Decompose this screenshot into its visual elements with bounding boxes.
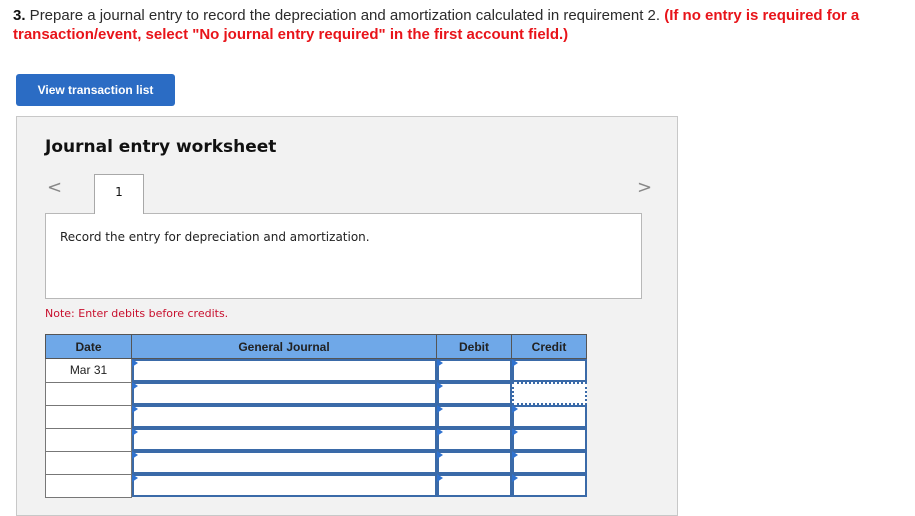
- debit-field[interactable]: [436, 382, 512, 405]
- journal-row: [45, 473, 587, 498]
- dropdown-marker-icon: [132, 474, 138, 482]
- dropdown-marker-icon: [511, 474, 518, 482]
- dropdown-marker-icon: [436, 405, 443, 413]
- dropdown-marker-icon: [132, 359, 138, 367]
- credit-field[interactable]: [511, 428, 587, 451]
- credit-field[interactable]: [511, 451, 587, 474]
- chevron-left-icon[interactable]: <: [47, 177, 62, 198]
- dropdown-marker-icon: [511, 451, 518, 459]
- date-cell: [45, 450, 132, 475]
- journal-entry-worksheet: Journal entry worksheet < 1 > Record the…: [16, 116, 678, 516]
- account-field[interactable]: [132, 405, 437, 428]
- question-number: 3.: [13, 7, 26, 24]
- journal-table: Date General Journal Debit Credit Mar 31: [45, 334, 587, 498]
- dropdown-marker-icon: [132, 382, 138, 390]
- account-field[interactable]: [132, 451, 437, 474]
- view-transaction-list-button[interactable]: View transaction list: [16, 74, 175, 106]
- journal-header-row: Date General Journal Debit Credit: [45, 334, 587, 359]
- header-debit: Debit: [436, 334, 512, 359]
- header-general-journal: General Journal: [131, 334, 437, 359]
- dropdown-marker-icon: [511, 428, 518, 436]
- debits-credits-note: Note: Enter debits before credits.: [45, 307, 229, 320]
- dropdown-marker-icon: [132, 405, 138, 413]
- date-cell: [45, 381, 132, 406]
- question-text: Prepare a journal entry to record the de…: [25, 7, 665, 24]
- dropdown-marker-icon: [132, 428, 138, 436]
- credit-field[interactable]: [511, 359, 587, 382]
- question-prompt: 3. Prepare a journal entry to record the…: [13, 6, 908, 44]
- debit-field[interactable]: [436, 405, 512, 428]
- account-field[interactable]: [132, 428, 437, 451]
- dropdown-marker-icon: [511, 405, 518, 413]
- date-cell: [45, 404, 132, 429]
- dropdown-marker-icon: [436, 451, 443, 459]
- dropdown-marker-icon: [436, 359, 443, 367]
- debit-field[interactable]: [436, 451, 512, 474]
- journal-row: [45, 404, 587, 429]
- credit-field[interactable]: [511, 474, 587, 497]
- credit-field-focused[interactable]: [511, 382, 587, 405]
- debit-field[interactable]: [436, 474, 512, 497]
- journal-row: Mar 31: [45, 358, 587, 383]
- tab-label: 1: [115, 185, 123, 199]
- journal-row: [45, 450, 587, 475]
- entry-description: Record the entry for depreciation and am…: [60, 230, 370, 244]
- debit-field[interactable]: [436, 359, 512, 382]
- worksheet-title: Journal entry worksheet: [45, 137, 277, 157]
- debit-field[interactable]: [436, 428, 512, 451]
- entry-description-box: Record the entry for depreciation and am…: [45, 213, 642, 299]
- account-field[interactable]: [132, 474, 437, 497]
- journal-row: [45, 427, 587, 452]
- credit-field[interactable]: [511, 405, 587, 428]
- tab-1[interactable]: 1: [94, 174, 144, 214]
- dropdown-marker-icon: [511, 359, 518, 367]
- dropdown-marker-icon: [436, 474, 443, 482]
- date-cell: Mar 31: [45, 358, 132, 383]
- chevron-right-icon[interactable]: >: [637, 177, 652, 198]
- header-date: Date: [45, 334, 132, 359]
- date-cell: [45, 473, 132, 498]
- header-credit: Credit: [511, 334, 587, 359]
- dropdown-marker-icon: [436, 382, 443, 390]
- date-cell: [45, 427, 132, 452]
- account-field[interactable]: [132, 382, 437, 405]
- dropdown-marker-icon: [132, 451, 138, 459]
- dropdown-marker-icon: [436, 428, 443, 436]
- journal-row: [45, 381, 587, 406]
- account-field[interactable]: [132, 359, 437, 382]
